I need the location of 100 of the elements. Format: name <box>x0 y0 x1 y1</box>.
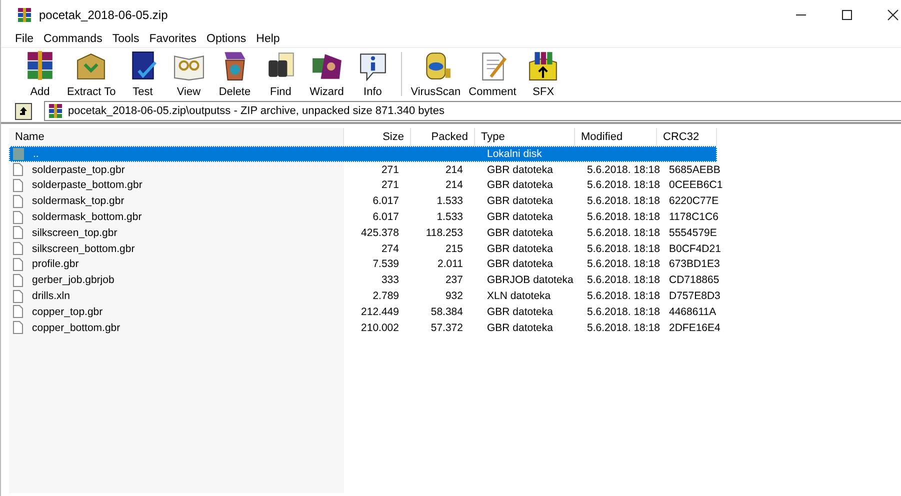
table-cell-text: 214 <box>444 164 464 176</box>
table-cell-text: 58.384 <box>430 306 464 318</box>
table-cell-text: 210.002 <box>360 322 400 334</box>
table-cell-text: 2.789 <box>372 290 400 302</box>
toolbar-button[interactable]: Add <box>17 50 63 98</box>
toolbar-button[interactable]: Extract To <box>63 50 120 98</box>
table-cell-text: 5.6.2018. 18:18 <box>586 258 661 270</box>
menu-item[interactable]: Options <box>202 32 252 44</box>
file-icon <box>13 178 23 192</box>
table-cell-text: XLN datoteka <box>486 290 552 302</box>
table-cell-text: 425.378 <box>360 226 400 239</box>
table-cell-text: GBR datoteka <box>486 179 554 192</box>
menu-item[interactable]: Commands <box>38 32 108 44</box>
file-name: drills.xln <box>31 290 71 302</box>
table-cell-text: 5.6.2018. 18:18 <box>586 242 661 255</box>
table-cell-text: 57.372 <box>430 322 464 334</box>
file-row[interactable]: soldermask_bottom.gbr 6.017 1.533 GBR datoteka 5.6.2018. 18:18 1178C1C6 <box>9 209 717 225</box>
table-cell-text: 1.533 <box>436 211 464 224</box>
table-cell-text: D757E8D3 <box>668 290 722 302</box>
file-name: solderpaste_top.gbr <box>31 164 126 176</box>
toolbar-button[interactable]: Comment <box>464 50 520 98</box>
toolbar-button[interactable]: Wizard <box>304 50 350 98</box>
file-icon <box>13 242 23 256</box>
table-cell-text: 6.017 <box>372 211 400 224</box>
table-cell-text: 118.253 <box>424 226 464 239</box>
table-cell-text: GBR datoteka <box>486 322 554 334</box>
file-row[interactable]: .. Lokalni disk <box>9 146 717 162</box>
file-name: soldermask_top.gbr <box>31 195 126 208</box>
table-cell-text: Lokalni disk <box>486 148 543 160</box>
file-row[interactable]: soldermask_top.gbr 6.017 1.533 GBR datoteka 5.6.2018. 18:18 6220C77E <box>9 193 717 210</box>
menu-item[interactable]: Tools <box>107 32 144 44</box>
table-cell-text: GBR datoteka <box>486 226 554 239</box>
menu-item[interactable]: Help <box>251 32 285 44</box>
table-cell-text: 5554579E <box>668 226 718 239</box>
toolbar-button[interactable]: SFX <box>520 50 566 98</box>
table-cell-text: 274 <box>380 242 400 255</box>
table-cell-text: 214 <box>444 179 464 192</box>
table-cell-text: 271 <box>380 179 400 192</box>
table-cell-text: 237 <box>444 274 464 286</box>
table-cell-text: 1178C1C6 <box>668 211 720 224</box>
file-icon <box>13 163 23 176</box>
table-cell-text: 5.6.2018. 18:18 <box>586 211 661 224</box>
table-cell-text: GBR datoteka <box>486 211 554 224</box>
table-cell-text: GBRJOB datoteka <box>486 274 574 286</box>
books-icon <box>48 104 64 118</box>
file-name: profile.gbr <box>31 258 80 270</box>
file-name: soldermask_bottom.gbr <box>31 211 143 224</box>
table-cell-text: 212.449 <box>360 306 400 318</box>
file-name: copper_bottom.gbr <box>31 322 122 334</box>
table-cell-text: GBR datoteka <box>486 242 554 255</box>
table-cell-text: 1.533 <box>436 195 464 208</box>
file-icon <box>13 305 23 318</box>
toolbar-button[interactable]: Info <box>350 50 396 98</box>
table-cell-text: 0CEEB6C1 <box>668 179 724 192</box>
file-name: copper_top.gbr <box>31 306 104 318</box>
archive-path: pocetak_2018-06-05.zip\outputss - ZIP archive, unpacked size 871.340 bytes <box>68 105 444 117</box>
table-cell-text: 5685AEBB <box>668 164 722 176</box>
table-cell-text: 5.6.2018. 18:18 <box>586 306 661 318</box>
file-row[interactable]: silkscreen_top.gbr 425.378 118.253 GBR datoteka 5.6.2018. 18:18 5554579E <box>9 224 717 241</box>
file-icon <box>13 274 23 287</box>
books-icon <box>17 8 33 22</box>
menu-item[interactable]: Favorites <box>144 32 202 44</box>
table-cell-text: 333 <box>380 274 400 286</box>
file-row[interactable]: copper_top.gbr 212.449 58.384 GBR datoteka 5.6.2018. 18:18 4468611A <box>9 304 717 320</box>
table-cell-text: 7.539 <box>372 258 400 270</box>
table-cell-text: 215 <box>444 242 464 255</box>
file-icon <box>13 194 23 208</box>
file-icon <box>13 321 23 334</box>
file-icon <box>13 258 23 271</box>
table-cell-text: GBR datoteka <box>486 258 554 270</box>
table-cell-text: 4468611A <box>668 306 718 318</box>
file-name: solderpaste_bottom.gbr <box>31 179 144 192</box>
table-cell-text: 5.6.2018. 18:18 <box>586 274 661 286</box>
table-cell-text: 5.6.2018. 18:18 <box>586 322 661 334</box>
table-cell-text: 2DFE16E4 <box>668 322 722 334</box>
toolbar-button[interactable]: Delete <box>212 50 258 98</box>
file-icon <box>13 290 23 303</box>
table-cell-text: 2.011 <box>436 258 464 270</box>
file-name: silkscreen_bottom.gbr <box>31 242 136 255</box>
table-cell-text: GBR datoteka <box>486 306 554 318</box>
table-cell-text: GBR datoteka <box>486 164 554 176</box>
table-cell-text: 932 <box>444 290 464 302</box>
address-field[interactable]: pocetak_2018-06-05.zip\outputss - ZIP archive, unpacked size 871.340 bytes <box>44 101 901 121</box>
file-icon <box>13 226 23 240</box>
file-name: silkscreen_top.gbr <box>31 226 118 239</box>
toolbar-button[interactable]: Test <box>120 50 166 98</box>
toolbar-button[interactable]: VirusScan <box>406 50 465 98</box>
file-name: gerber_job.gbrjob <box>31 274 116 286</box>
table-cell-text: 271 <box>380 164 400 176</box>
table-cell-text: 5.6.2018. 18:18 <box>586 195 661 208</box>
toolbar-button[interactable]: Find <box>258 50 304 98</box>
window-title: pocetak_2018-06-05.zip <box>39 8 168 22</box>
table-cell-text: 6220C77E <box>668 195 720 208</box>
table-cell-text: B0CF4D21 <box>668 242 722 255</box>
menu-item[interactable]: File <box>10 32 39 44</box>
toolbar-button[interactable]: View <box>166 50 212 98</box>
table-cell-text: 5.6.2018. 18:18 <box>586 226 661 239</box>
table-cell-text: 6.017 <box>372 195 400 208</box>
table-cell-text: 5.6.2018. 18:18 <box>586 290 661 302</box>
file-name: .. <box>32 148 40 160</box>
